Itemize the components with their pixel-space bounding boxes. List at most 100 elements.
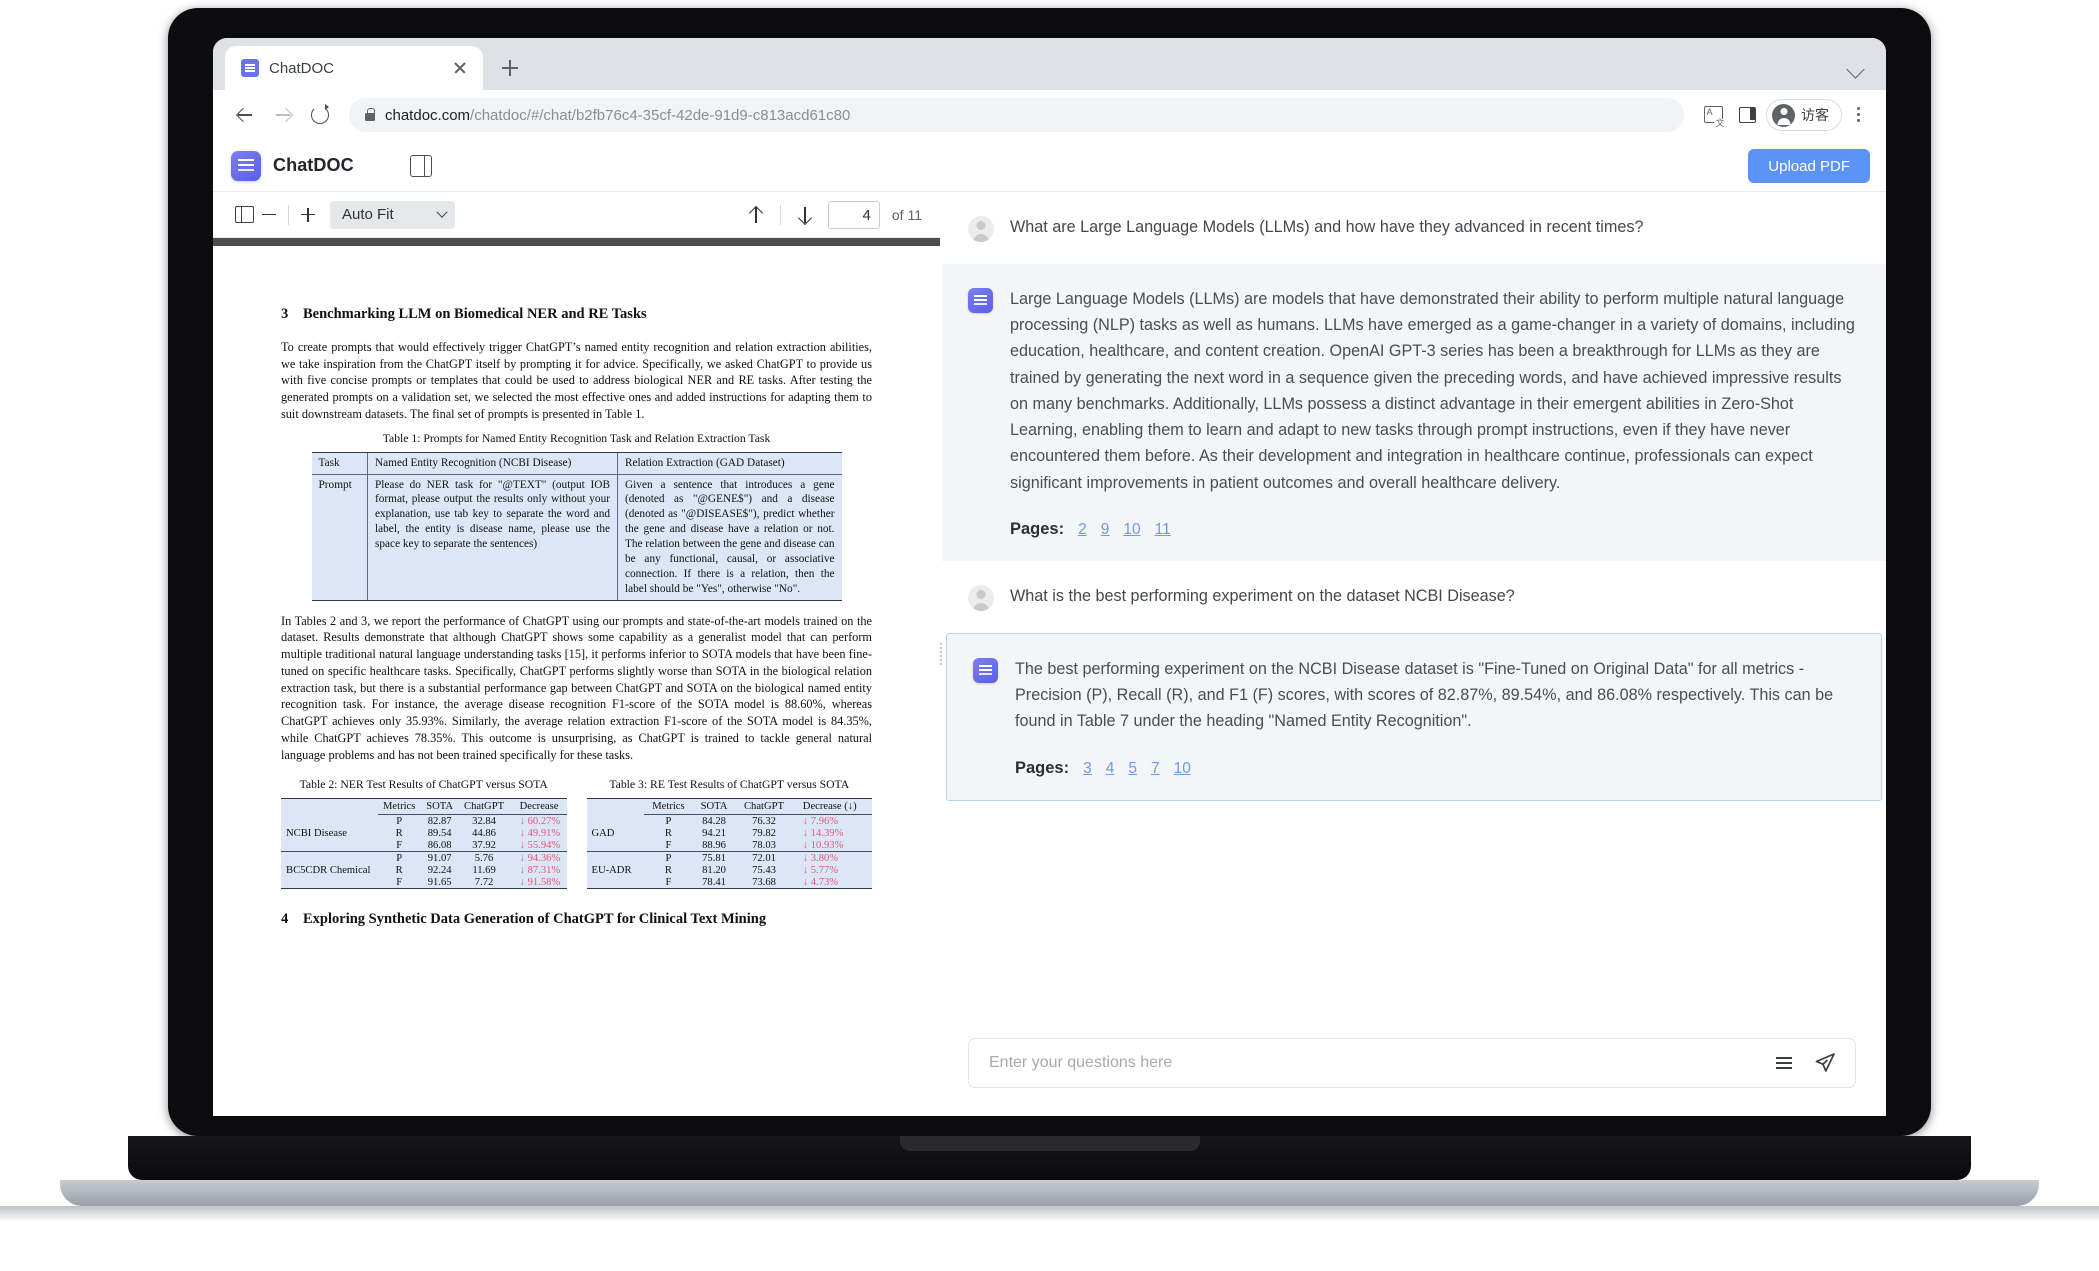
table-3-caption: Table 3: RE Test Results of ChatGPT vers… [587, 778, 873, 791]
browser-menu-icon[interactable] [1846, 100, 1872, 130]
table-cell-metric: F [378, 839, 421, 852]
side-panel-icon[interactable] [1732, 100, 1762, 130]
source-page-link[interactable]: 10 [1123, 521, 1140, 539]
thumbnail-panel-icon[interactable] [231, 202, 257, 228]
table-cell-sota: 84.28 [693, 815, 735, 828]
table-cell-metric: F [644, 839, 693, 852]
table-cell-metric: P [378, 815, 421, 828]
source-page-link[interactable]: 10 [1174, 760, 1191, 778]
table-cell-metric: R [644, 864, 693, 876]
profile-name: 访客 [1801, 105, 1829, 125]
forward-icon[interactable] [265, 98, 299, 132]
source-page-link[interactable]: 11 [1155, 521, 1171, 539]
table-group-name: NCBI Disease [281, 827, 378, 839]
table-cell-decrease: ↓ 94.36% [510, 852, 567, 865]
next-page-icon[interactable] [792, 202, 818, 228]
table-cell-metric: R [378, 864, 421, 876]
back-icon[interactable] [227, 98, 261, 132]
question-input[interactable] [989, 1054, 1755, 1072]
table-row: MetricsSOTAChatGPTDecrease [281, 799, 567, 815]
section-3-number: 3 [281, 306, 303, 323]
translate-icon[interactable] [1698, 100, 1728, 130]
source-page-link[interactable]: 5 [1128, 760, 1137, 778]
table-row: P84.2876.32↓ 7.96% [587, 815, 873, 828]
table-cell-decrease: ↓ 87.31% [510, 864, 567, 876]
address-bar[interactable]: chatdoc.com/chatdoc/#/chat/b2fb76c4-35cf… [349, 98, 1684, 132]
source-page-link[interactable]: 9 [1101, 521, 1110, 539]
source-page-link[interactable]: 2 [1078, 521, 1087, 539]
prompt-menu-icon[interactable] [1773, 1052, 1795, 1074]
table-cell-decrease: ↓ 10.93% [793, 839, 872, 852]
new-tab-icon[interactable] [493, 51, 527, 85]
tab-title: ChatDOC [269, 60, 439, 77]
table-row: F78.4173.68↓ 4.73% [587, 876, 873, 889]
page-number-input[interactable] [828, 201, 880, 229]
toolbar-divider [288, 205, 289, 225]
laptop-trackpad-notch [900, 1136, 1200, 1151]
table-cell-metric: P [644, 852, 693, 865]
reload-icon[interactable] [303, 98, 337, 132]
source-page-link[interactable]: 3 [1083, 760, 1092, 778]
composer-area [942, 1024, 1886, 1116]
table-cell-decrease: ↓ 14.39% [793, 827, 872, 839]
profile-button[interactable]: 访客 [1766, 99, 1842, 131]
table-group-name: BC5CDR Chemical [281, 864, 378, 876]
table-row: F86.0837.92↓ 55.94% [281, 839, 567, 852]
pane-resizer[interactable] [940, 192, 942, 1116]
brand-logo-link[interactable]: ChatDOC [231, 151, 354, 181]
table1-header-re: Relation Extraction (GAD Dataset) [618, 452, 842, 474]
table-row: Prompt Please do NER task for "@TEXT" (o… [312, 474, 842, 600]
zoom-in-icon[interactable] [296, 203, 320, 227]
table-cell-chatgpt: 44.86 [459, 827, 510, 839]
section-3-title: Benchmarking LLM on Biomedical NER and R… [303, 306, 647, 322]
chevron-down-icon [436, 206, 447, 217]
upload-pdf-button[interactable]: Upload PDF [1748, 149, 1870, 183]
table-col-header: Metrics [644, 799, 693, 815]
source-pages-row: Pages:291011 [1010, 520, 1856, 539]
url-text: chatdoc.com/chatdoc/#/chat/b2fb76c4-35cf… [385, 107, 850, 124]
table1-ner-prompt: Please do NER task for "@TEXT" (output I… [368, 474, 618, 600]
chat-message-text: The best performing experiment on the NC… [1015, 656, 1851, 735]
send-icon[interactable] [1813, 1051, 1837, 1075]
table-cell-sota: 89.54 [421, 827, 459, 839]
table-group-name: EU-ADR [587, 864, 645, 876]
table-group-name: GAD [587, 827, 645, 839]
table-col-header: SOTA [421, 799, 459, 815]
previous-page-icon[interactable] [743, 202, 769, 228]
table-col-header: ChatGPT [735, 799, 793, 815]
table-row: P91.075.76↓ 94.36% [281, 852, 567, 865]
chatdoc-logo-icon [231, 151, 261, 181]
table-3-wrap: Table 3: RE Test Results of ChatGPT vers… [587, 772, 873, 889]
app-body: Auto Fit of 11 3Benchmarking LLM [213, 192, 1886, 1116]
brand-name: ChatDOC [273, 155, 354, 176]
browser-window: ChatDOC chatdoc.com/chatdoc/#/chat/b2fb7… [213, 38, 1886, 1116]
zoom-out-icon[interactable] [257, 203, 281, 227]
chat-pane: What are Large Language Models (LLMs) an… [942, 192, 1886, 1116]
chatdoc-bot-avatar-icon [973, 658, 999, 684]
chat-message-assistant: Large Language Models (LLMs) are models … [942, 264, 1886, 561]
table-cell-decrease: ↓ 5.77% [793, 864, 872, 876]
table-cell-decrease: ↓ 7.96% [793, 815, 872, 828]
document-section-4-heading: 4Exploring Synthetic Data Generation of … [281, 911, 872, 928]
url-domain: chatdoc.com [385, 107, 470, 124]
table-cell-sota: 78.41 [693, 876, 735, 889]
chat-message-list[interactable]: What are Large Language Models (LLMs) an… [942, 192, 1886, 1024]
source-page-link[interactable]: 7 [1151, 760, 1160, 778]
table-cell-chatgpt: 79.82 [735, 827, 793, 839]
results-tables: Table 2: NER Test Results of ChatGPT ver… [281, 772, 872, 889]
chevron-down-icon[interactable] [1846, 60, 1864, 78]
document-table-3: MetricsSOTAChatGPTDecrease (↓)P84.2876.3… [587, 798, 873, 889]
table-group-name [281, 852, 378, 865]
pdf-scroll-area[interactable]: 3Benchmarking LLM on Biomedical NER and … [213, 238, 940, 1116]
table-1-caption: Table 1: Prompts for Named Entity Recogn… [281, 432, 872, 445]
source-page-link[interactable]: 4 [1106, 760, 1115, 778]
page-total-label: of 11 [892, 207, 922, 223]
browser-tab-chatdoc[interactable]: ChatDOC [225, 46, 483, 90]
table-cell-sota: 92.24 [421, 864, 459, 876]
close-icon[interactable] [449, 57, 471, 79]
table-group-name [587, 839, 645, 852]
chat-message-text: What are Large Language Models (LLMs) an… [1010, 214, 1856, 240]
source-pages-row: Pages:345710 [1015, 759, 1851, 778]
toggle-sidebar-icon[interactable] [410, 155, 432, 177]
zoom-mode-select[interactable]: Auto Fit [330, 201, 455, 229]
